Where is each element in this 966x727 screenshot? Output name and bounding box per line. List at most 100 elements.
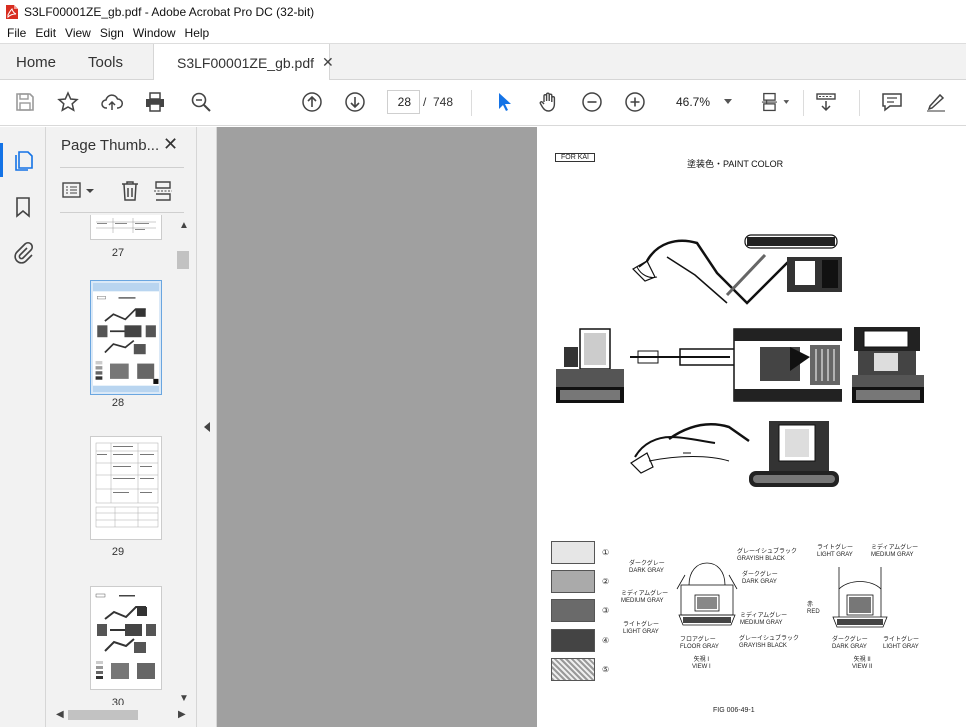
label-grayish-black: グレーイシュブラック GRAYISH BLACK: [737, 549, 798, 562]
thumbnail-hscrollbar[interactable]: ◀ ▶: [56, 708, 189, 722]
panel-title: Page Thumb...: [61, 137, 160, 154]
thumbnail-page-28[interactable]: [90, 280, 162, 395]
scrollbar-thumb[interactable]: [177, 251, 189, 269]
next-page-icon[interactable]: [343, 90, 367, 114]
label-medium-gray: ミディアムグレー MEDIUM GRAY: [871, 545, 919, 558]
tab-document-label: S3LF00001ZE_gb.pdf: [177, 54, 314, 71]
menu-edit[interactable]: Edit: [35, 26, 56, 40]
thumbnail-page-29[interactable]: [90, 436, 162, 540]
color-swatch-4: [551, 629, 595, 652]
label-red: 赤 RED: [807, 602, 820, 615]
thumbnail-label: 27: [111, 247, 125, 259]
page-separator: /: [423, 95, 427, 109]
swatch-label: ①: [602, 548, 610, 557]
toolbar-separator: [803, 90, 804, 116]
label-light-gray: ライトグレー LIGHT GRAY: [883, 637, 920, 650]
excavator-side-view-top: [632, 234, 842, 305]
panel-close-icon[interactable]: ✕: [163, 134, 178, 155]
toolbar-separator: [859, 90, 860, 116]
bookmark-star-icon[interactable]: [56, 90, 80, 114]
divider: [60, 167, 184, 168]
excavator-rear-view: [852, 327, 924, 403]
tab-bar: Home Tools S3LF00001ZE_gb.pdf ✕: [0, 43, 966, 81]
attachments-icon[interactable]: [11, 241, 35, 265]
previous-page-icon[interactable]: [300, 90, 324, 114]
swatch-label: ⑤: [602, 665, 610, 674]
label-dark-gray: ダークグレー DARK GRAY: [832, 637, 868, 650]
label-medium-gray: ミディアムグレー MEDIUM GRAY: [740, 613, 788, 626]
toolbar-separator: [471, 90, 472, 116]
scroll-mode-icon[interactable]: [814, 90, 838, 114]
options-menu-icon[interactable]: [62, 181, 96, 201]
pdf-icon: [5, 4, 18, 19]
thumbnail-scrollbar[interactable]: ▲ ▼: [176, 215, 190, 710]
page-number-input[interactable]: 28: [387, 90, 420, 114]
collapse-left-icon[interactable]: [203, 421, 211, 433]
navigation-rail: [0, 127, 46, 727]
swatch-label: ②: [602, 577, 610, 586]
label-grayish-black: グレーイシュブラック GRAYISH BLACK: [739, 636, 800, 649]
color-swatch-5: [551, 658, 595, 681]
comment-icon[interactable]: [880, 90, 904, 114]
print-icon[interactable]: [143, 90, 167, 114]
cab-interior-view-1: [676, 562, 738, 626]
menu-window[interactable]: Window: [133, 26, 176, 40]
scroll-up-icon[interactable]: ▲: [179, 220, 189, 231]
doc-title: 塗装色・PAINT COLOR: [687, 159, 784, 169]
zoom-out-icon[interactable]: [580, 90, 604, 114]
panel-collapse-handle[interactable]: [197, 127, 217, 727]
zoom-search-icon[interactable]: [189, 90, 213, 114]
thumbnail-label: 29: [111, 546, 125, 558]
window-title: S3LF00001ZE_gb.pdf - Adobe Acrobat Pro D…: [24, 4, 315, 19]
color-swatch-3: [551, 599, 595, 622]
zoom-in-icon[interactable]: [623, 90, 647, 114]
label-dark-gray: ダークグレー DARK GRAY: [742, 572, 778, 585]
highlight-pen-icon[interactable]: [924, 90, 948, 114]
thumbnails-panel: Page Thumb... ✕ 27 28 29 30 ▲ ▼ ◀ ▶: [46, 127, 197, 727]
swatch-label: ④: [602, 636, 610, 645]
menu-sign[interactable]: Sign: [100, 26, 124, 40]
excavator-side-view-bottom: [630, 421, 839, 487]
delete-icon[interactable]: [120, 180, 140, 202]
label-view-1: 矢視 I VIEW I: [692, 657, 711, 670]
thumbnail-label: 30: [111, 697, 125, 705]
menu-view[interactable]: View: [65, 26, 91, 40]
color-swatch-1: [551, 541, 595, 564]
zoom-select[interactable]: 46.7%: [668, 90, 740, 114]
swatch-label: ③: [602, 606, 610, 615]
hand-tool-icon[interactable]: [536, 90, 560, 114]
save-icon[interactable]: [13, 90, 37, 114]
label-view-2: 矢視 II VIEW II: [852, 657, 873, 670]
tab-close-icon[interactable]: ✕: [322, 54, 334, 71]
toolbar: [0, 80, 966, 126]
page-fit-icon[interactable]: [760, 90, 792, 114]
menu-help[interactable]: Help: [185, 26, 210, 40]
tab-home[interactable]: Home: [16, 44, 56, 81]
menu-file[interactable]: File: [7, 26, 26, 40]
select-cursor-icon[interactable]: [492, 90, 516, 114]
tab-document[interactable]: S3LF00001ZE_gb.pdf ✕: [153, 44, 334, 81]
zoom-value: 46.7%: [676, 95, 711, 109]
thumbnail-page-30[interactable]: [90, 586, 162, 690]
figure-number: FIG 006-49-1: [713, 707, 755, 714]
page-thumbnails-icon[interactable]: [11, 149, 35, 173]
excavator-front-view: [556, 328, 624, 403]
panel-tools: [60, 177, 184, 205]
label-medium-gray: ミディアムグレー MEDIUM GRAY: [621, 591, 669, 604]
hscroll-thumb[interactable]: [68, 710, 138, 720]
bookmarks-icon[interactable]: [11, 195, 35, 219]
scroll-down-icon[interactable]: ▼: [179, 693, 189, 704]
thumbnail-page-27[interactable]: [90, 215, 162, 240]
tab-tools[interactable]: Tools: [88, 44, 123, 81]
title-bar: S3LF00001ZE_gb.pdf - Adobe Acrobat Pro D…: [0, 0, 966, 23]
upload-cloud-icon[interactable]: [100, 90, 124, 114]
pdf-page: FOR KAI 塗装色・PAINT COLOR ① ② ③ ④ ⑤ グレーイシュ…: [537, 127, 966, 727]
chevron-down-icon: [724, 99, 732, 104]
scroll-right-icon[interactable]: ▶: [178, 709, 186, 720]
label-floor-gray: フロアグレー FLOOR GRAY: [680, 637, 719, 650]
page-extract-icon[interactable]: [153, 180, 173, 202]
color-swatch-2: [551, 570, 595, 593]
scroll-left-icon[interactable]: ◀: [56, 709, 64, 720]
thumbnail-label: 28: [111, 397, 125, 409]
thumbnail-list: 27 28 29 30: [60, 215, 176, 705]
